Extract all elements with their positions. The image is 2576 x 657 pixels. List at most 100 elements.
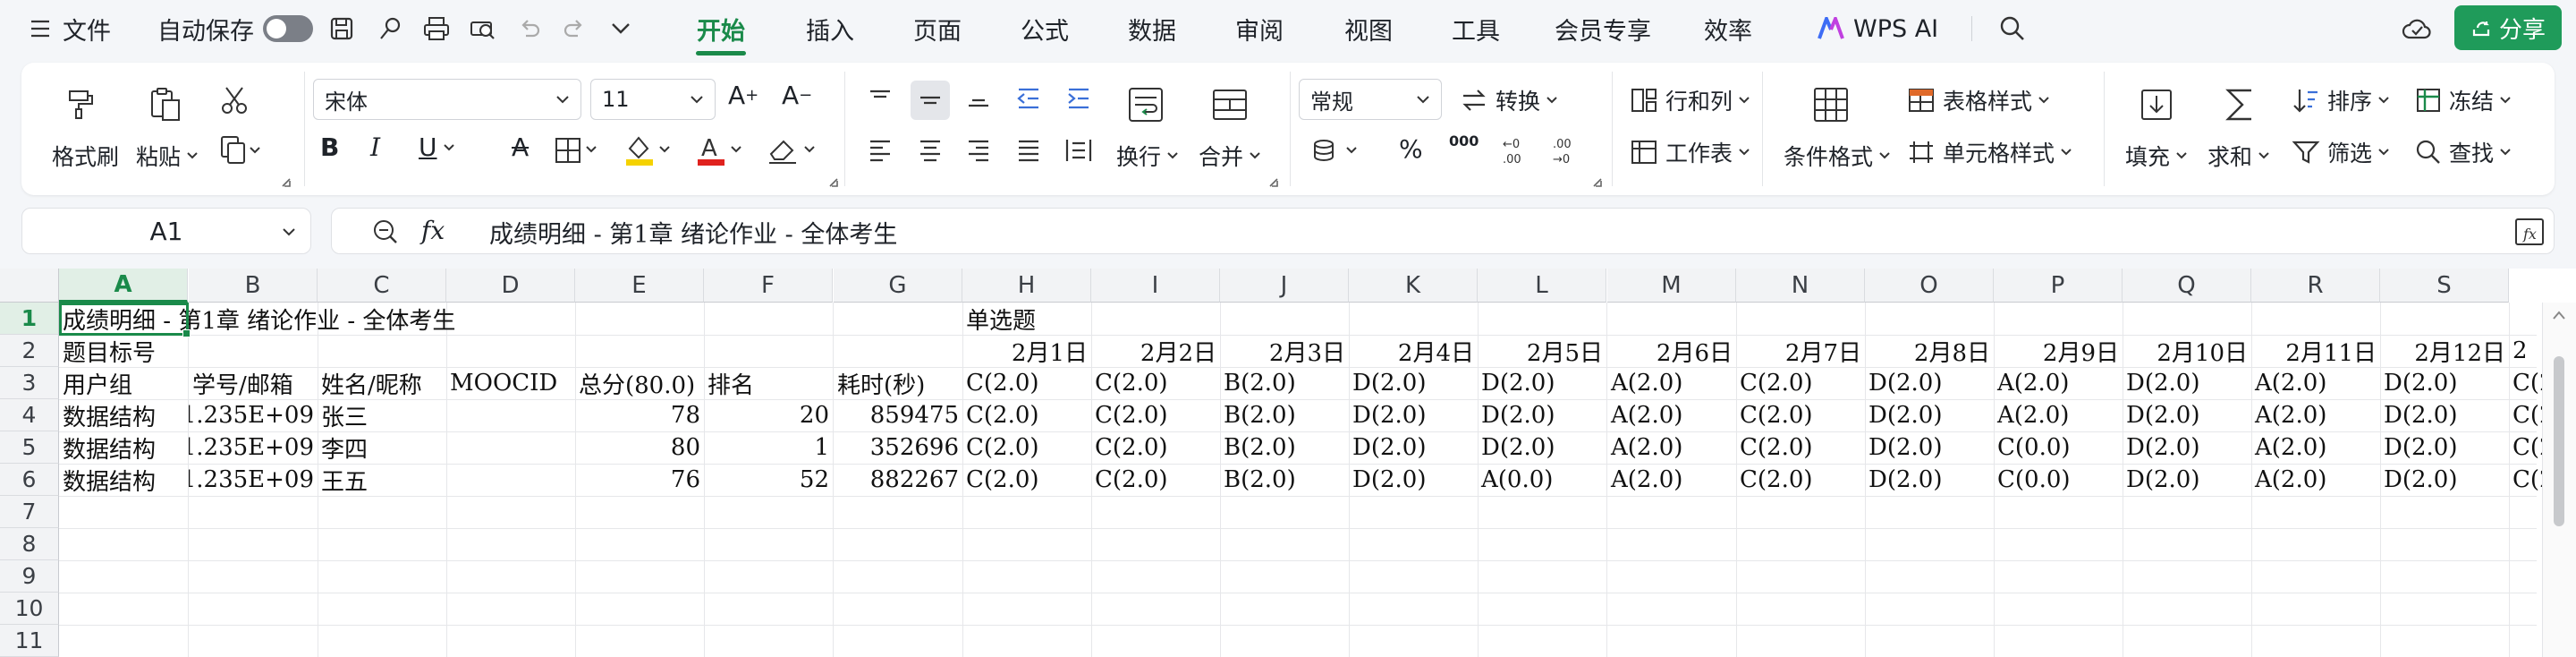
row-header-8[interactable]: 8 — [0, 528, 59, 560]
sum-icon[interactable] — [2218, 82, 2263, 127]
cell-data[interactable]: D(2.0) — [2123, 431, 2251, 464]
row-header-9[interactable]: 9 — [0, 560, 59, 593]
save-icon[interactable] — [326, 13, 358, 45]
cell-data[interactable]: A(0.0) — [1478, 464, 1606, 496]
sum-button[interactable]: 求和 — [2207, 140, 2270, 172]
align-left-icon[interactable] — [862, 132, 898, 168]
cell-data[interactable]: B(2.0) — [1220, 464, 1349, 496]
paste-button[interactable]: 粘贴 — [136, 140, 199, 172]
fill-icon[interactable] — [2134, 82, 2179, 127]
filter-button[interactable]: 筛选 — [2292, 136, 2390, 168]
row-header-5[interactable]: 5 — [0, 431, 59, 464]
cell-data[interactable]: 李四 — [318, 431, 446, 464]
decrease-indent-icon[interactable] — [1011, 81, 1046, 116]
scroll-up-icon[interactable] — [2552, 310, 2566, 320]
cell-header[interactable]: 学号/邮箱 — [189, 367, 318, 399]
cell-header[interactable]: D(2.0) — [1478, 367, 1606, 399]
quick-access-more-icon[interactable] — [605, 13, 637, 45]
font-color-icon[interactable]: A — [694, 132, 748, 168]
tab-home[interactable]: 开始 — [689, 0, 753, 57]
column-header-i[interactable]: I — [1091, 269, 1220, 303]
conditional-format-icon[interactable] — [1809, 82, 1853, 127]
cell-header[interactable]: 耗时(秒) — [834, 367, 962, 399]
cell-date[interactable]: 2月5日 — [1478, 335, 1606, 367]
cell-header[interactable]: 排名 — [704, 367, 833, 399]
cell-data[interactable]: D(2.0) — [2380, 464, 2509, 496]
justify-icon[interactable] — [1011, 132, 1046, 168]
column-header-p[interactable]: P — [1994, 269, 2123, 303]
cell-data[interactable]: D(2.0) — [2123, 399, 2251, 431]
cell-date[interactable]: 2月3日 — [1220, 335, 1349, 367]
cell-data[interactable]: A(2.0) — [1607, 464, 1736, 496]
share-button[interactable]: 分享 — [2454, 5, 2562, 50]
cell-header[interactable]: 总分(80.0) — [575, 367, 704, 399]
merge-button[interactable]: 合并 — [1199, 140, 1261, 172]
cell-data[interactable]: 78 — [575, 399, 704, 431]
tab-data[interactable]: 数据 — [1120, 0, 1184, 57]
cell-data[interactable]: 1 — [704, 431, 833, 464]
wps-ai-button[interactable]: WPS AI — [1818, 0, 1938, 57]
column-header-f[interactable]: F — [704, 269, 833, 303]
cell-data[interactable]: 352696 — [834, 431, 962, 464]
paste-icon[interactable] — [145, 84, 186, 125]
tab-tools[interactable]: 工具 — [1444, 0, 1508, 57]
file-menu[interactable]: 文件 — [30, 0, 111, 57]
font-name-select[interactable]: 宋体 — [313, 79, 581, 120]
italic-icon[interactable]: I — [370, 132, 380, 162]
column-header-h[interactable]: H — [962, 269, 1091, 303]
dialog-launcher-icon[interactable] — [828, 177, 839, 188]
cell-date[interactable]: 2月4日 — [1349, 335, 1478, 367]
formula-input[interactable]: fx 成绩明细 - 第1章 绪论作业 - 全体考生 fx — [331, 208, 2555, 254]
table-style-button[interactable]: 表格样式 — [1907, 84, 2050, 116]
cell-data[interactable] — [446, 399, 575, 431]
cell-data[interactable]: 1.235E+09 — [189, 431, 318, 464]
cell-date[interactable]: 2月10日 — [2123, 335, 2251, 367]
cell-date[interactable]: 2月9日 — [1994, 335, 2123, 367]
cell-data[interactable]: D(2.0) — [1349, 399, 1478, 431]
cell-data[interactable]: C(2.0) — [962, 464, 1091, 496]
rows-cols-button[interactable]: 行和列 — [1630, 84, 1750, 116]
cell-h1[interactable]: 单选题 — [962, 303, 1091, 335]
underline-icon[interactable]: U — [419, 132, 455, 162]
sort-button[interactable]: 排序 — [2292, 84, 2390, 116]
cell-header[interactable]: D(2.0) — [2123, 367, 2251, 399]
column-header-s[interactable]: S — [2380, 269, 2509, 303]
cell-date[interactable]: 2月6日 — [1607, 335, 1736, 367]
column-header-g[interactable]: G — [834, 269, 962, 303]
cell-data[interactable]: C(2.0) — [1091, 431, 1220, 464]
column-header-m[interactable]: M — [1607, 269, 1736, 303]
cell-header[interactable]: B(2.0) — [1220, 367, 1349, 399]
fx-icon[interactable]: fx — [421, 216, 445, 245]
cut-icon[interactable] — [218, 84, 250, 116]
clear-format-icon[interactable] — [766, 132, 823, 168]
export-icon[interactable] — [374, 13, 406, 45]
align-middle-icon[interactable] — [911, 81, 950, 120]
cell-header[interactable]: A(2.0) — [1994, 367, 2123, 399]
cell-data[interactable]: C(2 — [2509, 464, 2545, 496]
column-header-r[interactable]: R — [2251, 269, 2380, 303]
row-header-10[interactable]: 10 — [0, 593, 59, 625]
tab-review[interactable]: 审阅 — [1227, 0, 1292, 57]
cell-data[interactable]: C(2.0) — [1091, 464, 1220, 496]
column-header-b[interactable]: B — [189, 269, 318, 303]
cell-data[interactable]: B(2.0) — [1220, 399, 1349, 431]
cell-data[interactable]: 王五 — [318, 464, 446, 496]
cell-data[interactable]: B(2.0) — [1220, 431, 1349, 464]
row-header-6[interactable]: 6 — [0, 464, 59, 496]
dialog-launcher-icon[interactable] — [281, 177, 292, 188]
wrap-text-icon[interactable] — [1123, 82, 1168, 127]
cell-header[interactable]: A(2.0) — [1607, 367, 1736, 399]
cell-data[interactable]: 76 — [575, 464, 704, 496]
cell-data[interactable]: C(2.0) — [1736, 431, 1865, 464]
column-header-l[interactable]: L — [1478, 269, 1606, 303]
cell-data[interactable]: C(2 — [2509, 431, 2545, 464]
cell-data[interactable]: A(2.0) — [2251, 399, 2380, 431]
cell-a2[interactable]: 题目标号 — [59, 335, 188, 367]
row-header-3[interactable]: 3 — [0, 367, 59, 399]
cell-data[interactable]: D(2.0) — [2123, 464, 2251, 496]
cell-data[interactable]: D(2.0) — [1478, 431, 1606, 464]
print-preview-icon[interactable] — [467, 13, 499, 45]
autosave-switch[interactable] — [263, 15, 313, 42]
cell-data[interactable]: D(2.0) — [2380, 431, 2509, 464]
align-top-icon[interactable] — [862, 81, 898, 116]
